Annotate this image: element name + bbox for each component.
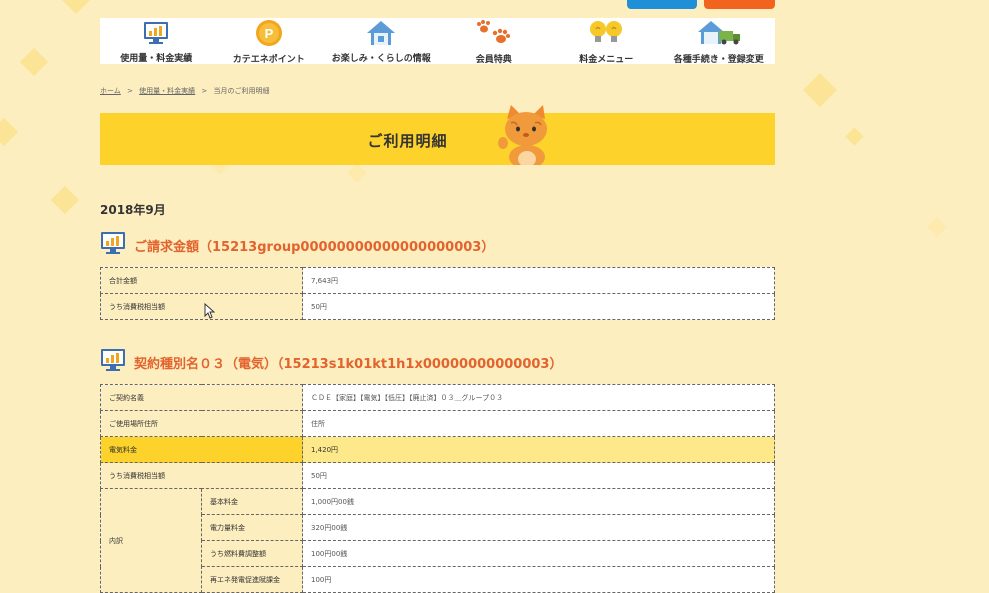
table-row: うち消費税相当額 50円: [100, 462, 775, 489]
chart-monitor-icon: [143, 19, 169, 46]
nav-item-info[interactable]: お楽しみ・くらしの情報: [325, 18, 438, 64]
nav-item-label: 会員特典: [475, 55, 512, 65]
house-icon: [366, 19, 396, 46]
main-nav: 使用量・料金実績 P カテエネポイント お楽しみ・くらしの情報 会員特典 料金メ…: [100, 18, 776, 65]
nav-item-label: 料金メニュー: [579, 55, 634, 65]
row-value: 50円: [302, 293, 775, 320]
row-label: うち燃料費調整額: [201, 540, 303, 567]
svg-text:P: P: [264, 26, 273, 41]
billing-month: 2018年9月: [100, 203, 166, 217]
breadcrumb-usage-link[interactable]: 使用量・料金実績: [139, 87, 195, 95]
breakdown-label: 内訳: [100, 488, 202, 593]
nav-item-label: 各種手続き・登録変更: [673, 55, 764, 65]
contract-heading-text: 契約種別名０３（電気）（15213s1k01kt1h1x000000000000…: [134, 356, 563, 372]
lightbulb-icon: [588, 19, 624, 47]
row-label: うち消費税相当額: [100, 462, 303, 489]
row-label: 基本料金: [201, 488, 303, 515]
billing-section-heading: ご請求金額（15213group00000000000000000003）: [100, 231, 494, 259]
breadcrumb-separator: >: [201, 87, 208, 95]
point-coin-icon: P: [255, 19, 283, 47]
decor-diamond: [347, 163, 367, 183]
decor-diamond: [0, 117, 19, 147]
table-row: うち燃料費調整額 100円00銭: [101, 540, 775, 567]
row-value: 1,420円: [302, 436, 775, 463]
decor-diamond: [61, 0, 91, 15]
contract-section-heading: 契約種別名０３（電気）（15213s1k01kt1h1x000000000000…: [100, 348, 562, 376]
decor-diamond: [50, 185, 80, 215]
nav-item-usage[interactable]: 使用量・料金実績: [100, 18, 213, 64]
row-value: ＣＤＥ【家庭】【電気】【低圧】【廃止済】０３＿グループ０３: [302, 384, 775, 411]
table-row: 内訳 基本料金 1,000円00銭: [100, 488, 775, 593]
header-orange-button[interactable]: [704, 0, 775, 9]
page-title: ご利用明細: [367, 132, 448, 150]
header-blue-button[interactable]: [627, 0, 697, 9]
nav-item-label: 使用量・料金実績: [120, 54, 193, 64]
nav-item-menu[interactable]: 料金メニュー: [550, 18, 663, 65]
page-title-banner: ご利用明細: [100, 105, 775, 169]
table-row-highlight: 電気料金 1,420円: [100, 436, 775, 463]
row-label: 合計金額: [100, 267, 303, 294]
nav-item-points[interactable]: P カテエネポイント: [213, 18, 326, 65]
house-truck-icon: [697, 19, 741, 47]
paw-icon: [476, 19, 512, 47]
contract-table: ご契約名義 ＣＤＥ【家庭】【電気】【低圧】【廃止済】０３＿グループ０３ ご使用場…: [100, 384, 775, 593]
table-row: うち消費税相当額 50円: [100, 293, 775, 320]
row-label: 再エネ発電促進賦課金: [201, 566, 303, 593]
breadcrumb-current: 当月のご利用明細: [213, 87, 270, 95]
chart-monitor-icon: [100, 348, 126, 376]
breadcrumb-home-link[interactable]: ホーム: [100, 87, 121, 95]
mouse-cursor-icon: [204, 302, 216, 323]
nav-item-label: カテエネポイント: [232, 55, 305, 65]
breadcrumb-separator: >: [127, 87, 133, 95]
row-value: 100円00銭: [302, 540, 775, 567]
decor-diamond: [803, 73, 837, 107]
nav-item-benefits[interactable]: 会員特典: [438, 18, 551, 65]
row-label: ご契約名義: [100, 384, 303, 411]
row-value: 50円: [302, 462, 775, 489]
billing-table: 合計金額 7,643円 うち消費税相当額 50円: [100, 267, 775, 320]
table-row: ご使用場所住所 住所: [100, 410, 775, 437]
billing-heading-text: ご請求金額（15213group00000000000000000003）: [134, 239, 495, 255]
table-row: 再エネ発電促進賦課金 100円: [101, 566, 775, 593]
row-value: 1,000円00銭: [302, 488, 775, 515]
cat-mascot-icon: [493, 105, 561, 169]
table-row: 電力量料金 320円00銭: [101, 514, 775, 541]
row-label: 電力量料金: [201, 514, 303, 541]
nav-item-procedures[interactable]: 各種手続き・登録変更: [663, 18, 776, 65]
row-value: 住所: [302, 410, 775, 437]
table-row: ご契約名義 ＣＤＥ【家庭】【電気】【低圧】【廃止済】０３＿グループ０３: [100, 384, 775, 411]
table-row: 合計金額 7,643円: [100, 267, 775, 294]
decor-diamond: [927, 217, 947, 237]
row-label: うち消費税相当額: [100, 293, 303, 320]
row-value: 320円00銭: [302, 514, 775, 541]
nav-item-label: お楽しみ・くらしの情報: [331, 54, 431, 64]
row-label: 電気料金: [100, 436, 303, 463]
decor-diamond: [19, 47, 49, 77]
breadcrumb: ホーム > 使用量・料金実績 > 当月のご利用明細: [100, 86, 269, 96]
chart-monitor-icon: [100, 231, 126, 259]
row-value: 7,643円: [302, 267, 775, 294]
row-value: 100円: [302, 566, 775, 593]
row-label: ご使用場所住所: [100, 410, 303, 437]
decor-diamond: [845, 127, 864, 146]
